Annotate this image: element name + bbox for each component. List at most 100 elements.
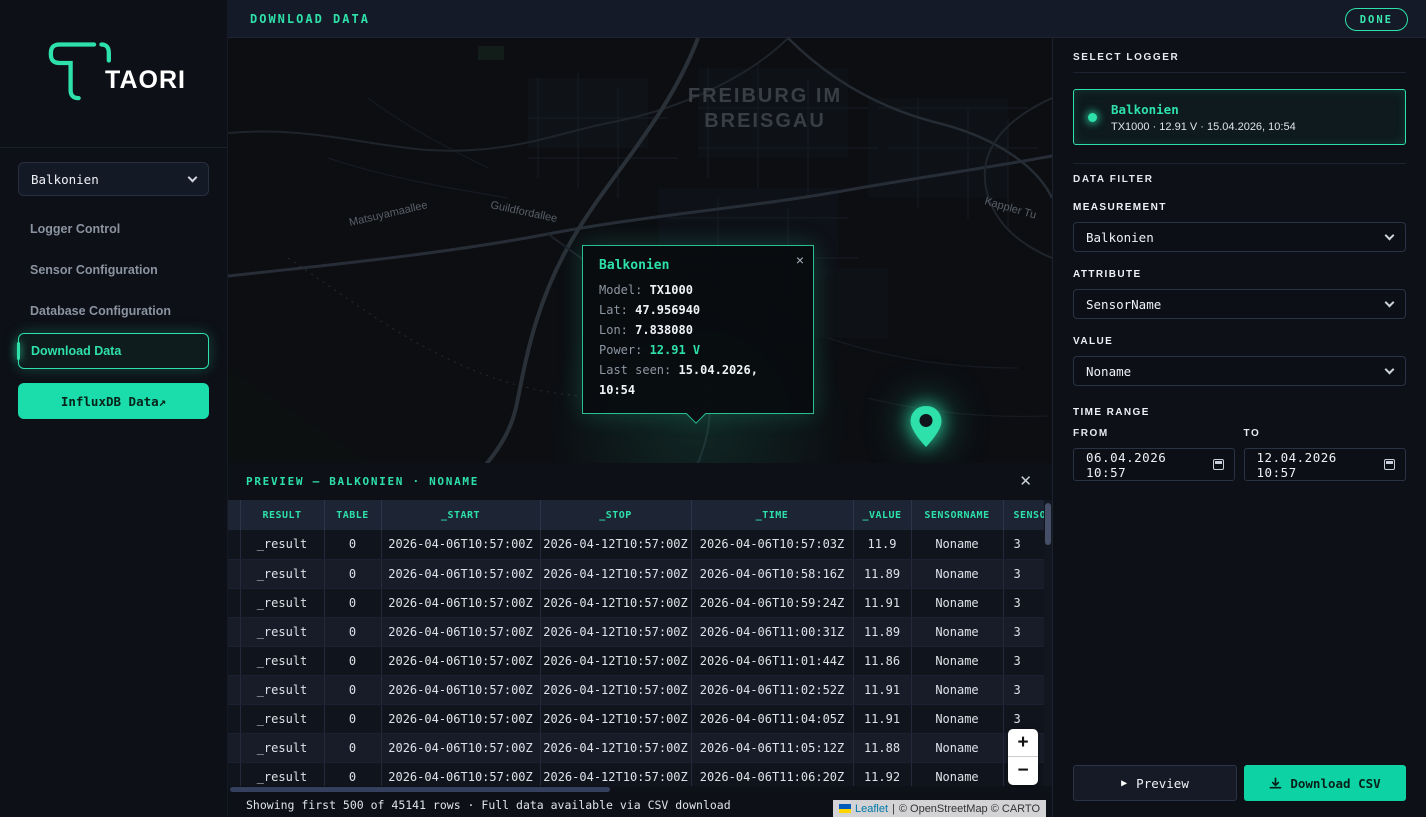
- chevron-down-icon: [1385, 297, 1395, 307]
- attribute-select[interactable]: SensorName: [1073, 289, 1406, 319]
- column-header[interactable]: _STOP: [540, 500, 691, 530]
- table-cell: 2026-04-12T10:57:00Z: [540, 704, 691, 733]
- preview-table-wrap: RESULTTABLE_START_STOP_TIME_VALUESENSORN…: [228, 500, 1052, 786]
- column-header[interactable]: RESULT: [240, 500, 324, 530]
- from-datetime-input[interactable]: 06.04.2026 10:57: [1073, 448, 1235, 481]
- column-header[interactable]: SENSORNAME: [911, 500, 1003, 530]
- table-cell: _result: [240, 617, 324, 646]
- table-cell: _result: [240, 559, 324, 588]
- calendar-icon[interactable]: [1384, 459, 1395, 470]
- preview-panel: PREVIEW — BALKONIEN · NONAME ✕ RESULTTAB…: [228, 463, 1052, 817]
- popup-close-icon[interactable]: ×: [796, 252, 804, 268]
- table-cell: [228, 675, 240, 704]
- column-header[interactable]: TABLE: [324, 500, 381, 530]
- table-cell: Noname: [911, 617, 1003, 646]
- table-row: _result02026-04-06T10:57:00Z2026-04-12T1…: [228, 530, 1044, 559]
- table-cell: _result: [240, 530, 324, 559]
- table-row: _result02026-04-06T10:57:00Z2026-04-12T1…: [228, 762, 1044, 786]
- influxdb-data-button[interactable]: InfluxDB Data↗: [18, 383, 209, 419]
- table-cell: [228, 530, 240, 559]
- table-cell: _result: [240, 762, 324, 786]
- map-zoom-control: + −: [1008, 729, 1038, 785]
- divider: [1073, 163, 1406, 164]
- data-filter-label: DATA FILTER: [1073, 174, 1406, 185]
- divider: [1073, 72, 1406, 73]
- column-header[interactable]: _TIME: [691, 500, 853, 530]
- download-icon: [1269, 777, 1282, 790]
- table-cell: Noname: [911, 762, 1003, 786]
- table-cell: 2026-04-06T10:57:00Z: [381, 617, 540, 646]
- table-cell: 2026-04-12T10:57:00Z: [540, 646, 691, 675]
- logger-card[interactable]: Balkonien TX1000 · 12.91 V · 15.04.2026,…: [1073, 89, 1406, 145]
- table-cell: 2026-04-06T10:59:24Z: [691, 588, 853, 617]
- logger-card-name: Balkonien: [1111, 102, 1296, 117]
- table-cell: 0: [324, 588, 381, 617]
- zoom-out-button[interactable]: −: [1008, 757, 1038, 784]
- horizontal-scrollbar-thumb[interactable]: [230, 787, 610, 792]
- measurement-select[interactable]: Balkonien: [1073, 222, 1406, 252]
- sidebar-item-database-configuration[interactable]: Database Configuration: [0, 290, 227, 331]
- sidebar-item-logger-control[interactable]: Logger Control: [0, 208, 227, 249]
- preview-close-icon[interactable]: ✕: [1019, 472, 1032, 490]
- table-cell: 0: [324, 733, 381, 762]
- to-datetime-input[interactable]: 12.04.2026 10:57: [1244, 448, 1406, 481]
- chevron-down-icon: [1385, 230, 1395, 240]
- value-select-value: Noname: [1086, 364, 1386, 379]
- logger-status-dot-icon: [1088, 113, 1097, 122]
- table-cell: Noname: [911, 588, 1003, 617]
- table-cell: 0: [324, 762, 381, 786]
- table-cell: _result: [240, 733, 324, 762]
- table-cell: [228, 733, 240, 762]
- download-csv-button[interactable]: Download CSV: [1244, 765, 1406, 801]
- table-cell: 11.89: [853, 559, 911, 588]
- table-cell: 11.91: [853, 675, 911, 704]
- map-marker-pin-icon[interactable]: [908, 404, 944, 450]
- table-cell: 2026-04-06T11:01:44Z: [691, 646, 853, 675]
- table-cell: [228, 559, 240, 588]
- vertical-scrollbar[interactable]: [1044, 500, 1052, 786]
- table-cell: [228, 646, 240, 675]
- table-row: _result02026-04-06T10:57:00Z2026-04-12T1…: [228, 646, 1044, 675]
- value-select[interactable]: Noname: [1073, 356, 1406, 386]
- sidebar-logger-select[interactable]: Balkonien: [18, 162, 209, 196]
- sidebar-item-download-data[interactable]: Download Data: [18, 333, 209, 369]
- table-cell: [228, 704, 240, 733]
- table-cell: 11.91: [853, 588, 911, 617]
- table-cell: 2026-04-06T10:57:00Z: [381, 762, 540, 786]
- taori-logo-icon: [41, 30, 115, 117]
- preview-table: RESULTTABLE_START_STOP_TIME_VALUESENSORN…: [228, 500, 1045, 786]
- table-cell: 11.92: [853, 762, 911, 786]
- column-header[interactable]: [228, 500, 240, 530]
- column-header[interactable]: _START: [381, 500, 540, 530]
- table-cell: [228, 762, 240, 786]
- popup-row-model: Model: TX1000: [599, 280, 799, 300]
- preview-button[interactable]: ▶ Preview: [1073, 765, 1237, 801]
- column-header[interactable]: _VALUE: [853, 500, 911, 530]
- table-cell: [228, 588, 240, 617]
- measurement-label: MEASUREMENT: [1073, 202, 1406, 213]
- horizontal-scrollbar[interactable]: [228, 786, 1052, 793]
- table-cell: Noname: [911, 530, 1003, 559]
- sidebar-nav: Logger Control Sensor Configuration Data…: [0, 208, 227, 419]
- table-cell: _result: [240, 588, 324, 617]
- preview-title: PREVIEW — BALKONIEN · NONAME: [246, 475, 479, 488]
- leaflet-link[interactable]: Leaflet: [855, 803, 888, 815]
- table-cell: 2026-04-12T10:57:00Z: [540, 733, 691, 762]
- sidebar-item-sensor-configuration[interactable]: Sensor Configuration: [0, 249, 227, 290]
- table-cell: 3: [1003, 646, 1044, 675]
- map-canvas[interactable]: FREIBURG IM BREISGAU Matsuyamaallee Guil…: [228, 38, 1052, 463]
- table-cell: 11.9: [853, 530, 911, 559]
- table-cell: 2026-04-06T10:57:03Z: [691, 530, 853, 559]
- calendar-icon[interactable]: [1213, 459, 1224, 470]
- column-header[interactable]: SENSO: [1003, 500, 1044, 530]
- attribute-select-value: SensorName: [1086, 297, 1386, 312]
- table-row: _result02026-04-06T10:57:00Z2026-04-12T1…: [228, 675, 1044, 704]
- zoom-in-button[interactable]: +: [1008, 729, 1038, 756]
- table-cell: 2026-04-06T10:57:00Z: [381, 675, 540, 704]
- table-cell: 2026-04-06T10:58:16Z: [691, 559, 853, 588]
- done-button[interactable]: DONE: [1345, 8, 1408, 31]
- table-cell: 2026-04-06T11:00:31Z: [691, 617, 853, 646]
- table-cell: 11.91: [853, 704, 911, 733]
- vertical-scrollbar-thumb[interactable]: [1045, 503, 1051, 545]
- table-cell: 2026-04-12T10:57:00Z: [540, 762, 691, 786]
